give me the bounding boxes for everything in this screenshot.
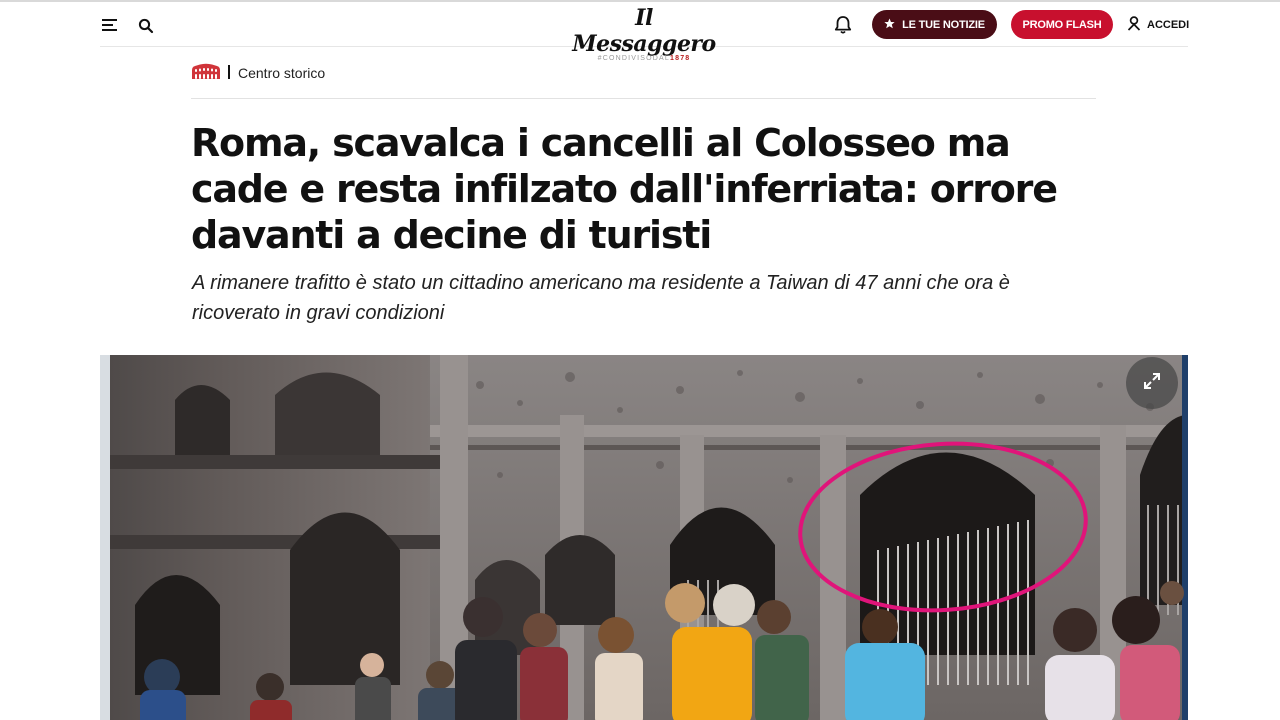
login-button[interactable]: ACCEDI xyxy=(1127,15,1189,35)
expand-icon xyxy=(1142,371,1162,396)
site-logo[interactable]: Il Messaggero #CONDIVISODAL1878 xyxy=(570,5,718,62)
promo-flash-label: PROMO FLASH xyxy=(1022,18,1102,31)
menu-icon[interactable] xyxy=(102,18,118,32)
login-label: ACCEDI xyxy=(1147,19,1190,31)
site-header: Il Messaggero #CONDIVISODAL1878 LE TUE N… xyxy=(100,4,1189,62)
section-breadcrumb: Centro storico xyxy=(191,60,1096,99)
section-link[interactable]: Centro storico xyxy=(238,65,325,81)
your-news-label: LE TUE NOTIZIE xyxy=(902,18,985,31)
promo-flash-button[interactable]: PROMO FLASH xyxy=(1011,10,1113,39)
your-news-button[interactable]: LE TUE NOTIZIE xyxy=(872,10,997,39)
search-icon[interactable] xyxy=(138,18,154,34)
article-subtitle: A rimanere trafitto è stato un cittadino… xyxy=(192,272,1010,324)
expand-image-button[interactable] xyxy=(1126,357,1178,409)
top-border xyxy=(0,0,1280,2)
star-icon xyxy=(884,17,895,32)
article-image[interactable] xyxy=(100,355,1188,720)
user-icon xyxy=(1127,16,1141,34)
bell-icon[interactable] xyxy=(834,15,852,35)
section-divider xyxy=(228,65,230,79)
logo-title: Il Messaggero xyxy=(572,5,716,57)
article-headline: Roma, scavalca i cancelli al Colosseo ma… xyxy=(191,121,1058,257)
colosseum-icon xyxy=(191,62,221,80)
